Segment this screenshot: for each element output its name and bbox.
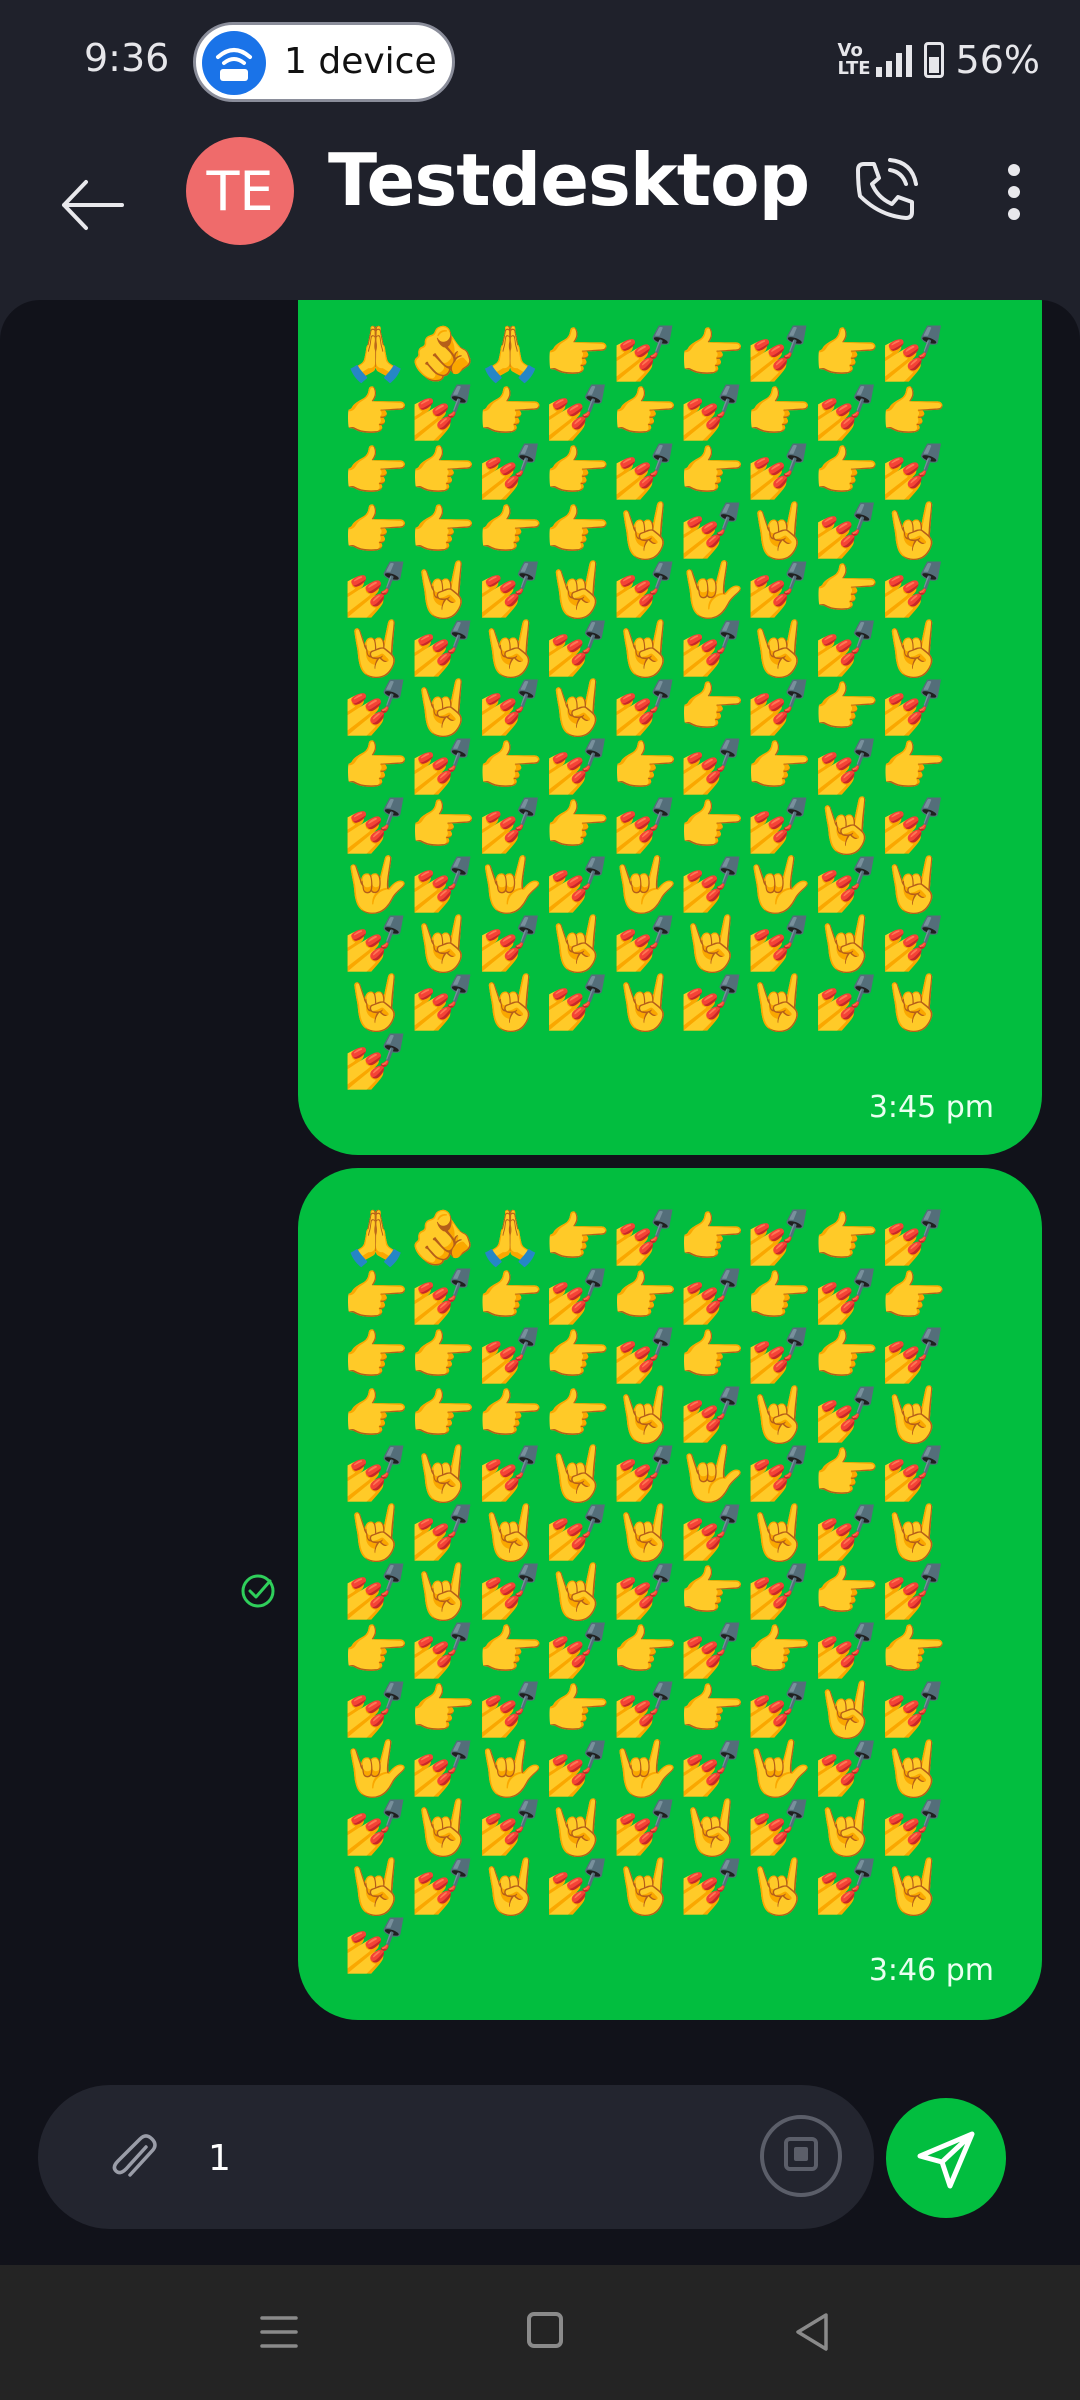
page-title[interactable]: Testdesktop xyxy=(328,138,810,222)
message-text: 🙏🫵🙏👉💅👉💅👉💅👉💅👉💅👉💅👉💅👉👉👉💅👉💅👉💅👉💅👉👉👉👉🤘💅🤘💅🤘💅🤘💅🤘… xyxy=(342,1206,948,1977)
menu-icon[interactable] xyxy=(260,2313,298,2351)
send-icon xyxy=(917,2131,975,2189)
phone-icon[interactable] xyxy=(850,156,920,226)
home-icon[interactable] xyxy=(527,2312,563,2348)
signal-icon xyxy=(875,43,912,77)
composer xyxy=(38,2085,874,2229)
hotspot-label: 1 device xyxy=(284,41,437,82)
check-circle-icon xyxy=(240,1573,276,1609)
nav-back-icon[interactable] xyxy=(792,2311,832,2353)
message-text: 🙏🫵🙏👉💅👉💅👉💅👉💅👉💅👉💅👉💅👉👉👉💅👉💅👉💅👉💅👉👉👉👉🤘💅🤘💅🤘💅🤘💅🤘… xyxy=(342,322,948,1093)
paperclip-icon[interactable] xyxy=(108,2131,162,2185)
hotspot-icon xyxy=(202,31,266,95)
hotspot-pill[interactable]: 1 device xyxy=(193,22,455,102)
message-time: 3:46 pm xyxy=(868,1953,994,1988)
message-bubble[interactable]: 🙏🫵🙏👉💅👉💅👉💅👉💅👉💅👉💅👉💅👉👉👉💅👉💅👉💅👉💅👉👉👉👉🤘💅🤘💅🤘💅🤘💅🤘… xyxy=(298,300,1042,1155)
status-bar: 9:36 1 device Vo LTE 56% xyxy=(0,0,1080,120)
sticker-icon[interactable] xyxy=(760,2115,842,2197)
system-icons: Vo LTE 56% xyxy=(838,38,1040,82)
back-arrow-icon[interactable] xyxy=(58,170,128,240)
message-time: 3:45 pm xyxy=(868,1090,994,1125)
send-button[interactable] xyxy=(886,2098,1006,2218)
message-input[interactable] xyxy=(206,2125,750,2191)
chat-header: TE Testdesktop xyxy=(0,120,1080,300)
message-list[interactable]: 🙏🫵🙏👉💅👉💅👉💅👉💅👉💅👉💅👉💅👉👉👉💅👉💅👉💅👉💅👉👉👉👉🤘💅🤘💅🤘💅🤘💅🤘… xyxy=(0,300,1080,2265)
status-time: 9:36 xyxy=(84,36,170,80)
avatar[interactable]: TE xyxy=(186,137,294,245)
system-nav-bar xyxy=(0,2265,1080,2400)
more-vertical-icon[interactable] xyxy=(1000,160,1028,224)
battery-icon xyxy=(923,42,944,78)
battery-percent: 56% xyxy=(955,38,1040,82)
volte-icon: Vo LTE xyxy=(837,40,871,79)
message-bubble[interactable]: 🙏🫵🙏👉💅👉💅👉💅👉💅👉💅👉💅👉💅👉👉👉💅👉💅👉💅👉💅👉👉👉👉🤘💅🤘💅🤘💅🤘💅🤘… xyxy=(298,1168,1042,2020)
